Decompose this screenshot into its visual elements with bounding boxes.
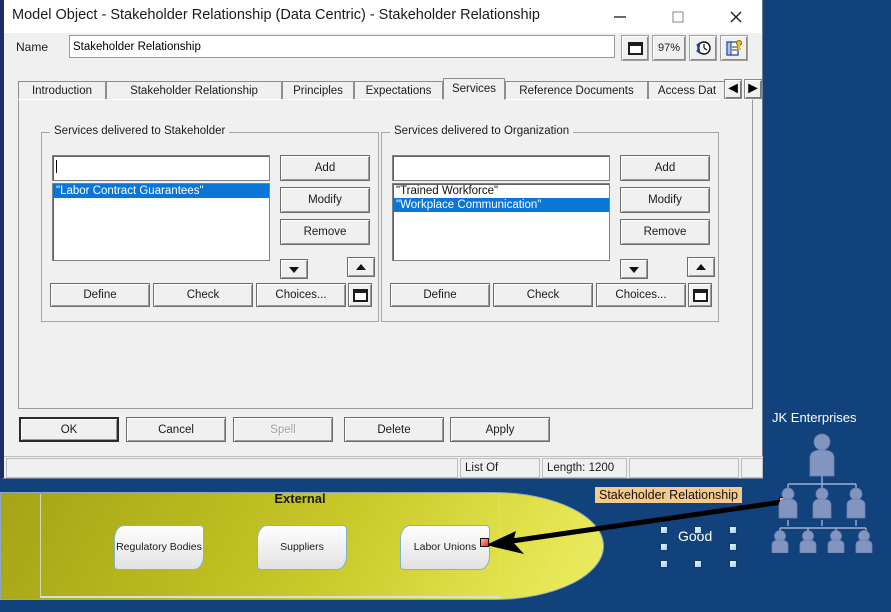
tab-access-data[interactable]: Access Dat xyxy=(648,81,726,100)
history-clock-icon[interactable] xyxy=(689,35,717,61)
tab-strip: Introduction Stakeholder Relationship Pr… xyxy=(18,78,762,100)
left-check-button[interactable]: Check xyxy=(153,283,253,307)
right-service-edit[interactable] xyxy=(392,155,610,181)
left-service-list[interactable]: "Labor Contract Guarantees" xyxy=(52,183,270,261)
list-item[interactable]: "Labor Contract Guarantees" xyxy=(53,184,269,198)
window-glyph xyxy=(692,288,708,302)
minimize-icon[interactable] xyxy=(597,0,643,33)
window-title: Model Object - Stakeholder Relationship … xyxy=(12,7,540,23)
tab-scroll-left-icon[interactable]: ◄ xyxy=(724,79,742,99)
labor-unions-connection-handle[interactable] xyxy=(480,538,489,547)
status-extra xyxy=(629,458,739,478)
model-object-dialog: Model Object - Stakeholder Relationship … xyxy=(0,0,763,479)
title-bar[interactable]: Model Object - Stakeholder Relationship … xyxy=(4,0,762,33)
right-add-button[interactable]: Add xyxy=(620,155,710,181)
right-window-icon[interactable] xyxy=(688,283,712,307)
group-title: Services delivered to Stakeholder xyxy=(50,125,230,137)
list-item[interactable]: "Trained Workforce" xyxy=(393,184,609,198)
status-end xyxy=(741,458,763,478)
tab-reference-documents[interactable]: Reference Documents xyxy=(505,81,648,100)
selection-handle-sw[interactable] xyxy=(660,560,668,568)
tab-panel-services: Services delivered to Stakeholder "Labor… xyxy=(18,99,753,409)
selection-handle-n[interactable] xyxy=(694,526,702,534)
tab-stakeholder-relationship[interactable]: Stakeholder Relationship xyxy=(106,81,282,100)
properties-key-icon[interactable] xyxy=(720,35,748,61)
left-move-down-icon[interactable] xyxy=(280,259,308,279)
left-choices-button[interactable]: Choices... xyxy=(256,283,346,307)
group-title: Services delivered to Organization xyxy=(390,125,574,137)
status-message xyxy=(6,458,458,478)
window-glyph xyxy=(352,288,368,302)
org-chart-title: JK Enterprises xyxy=(772,410,857,425)
relationship-label[interactable]: Stakeholder Relationship xyxy=(595,487,742,503)
left-remove-button[interactable]: Remove xyxy=(280,219,370,245)
name-label: Name xyxy=(16,40,49,54)
selection-handle-w[interactable] xyxy=(660,543,668,551)
selection-handle-ne[interactable] xyxy=(729,526,737,534)
ok-button[interactable]: OK xyxy=(19,417,119,442)
selection-handle-e[interactable] xyxy=(729,543,737,551)
group-services-to-organization: Services delivered to Organization "Trai… xyxy=(381,125,719,322)
zoom-level-button[interactable]: 97% xyxy=(652,35,686,61)
apply-button[interactable]: Apply xyxy=(450,417,550,442)
status-type: List Of xyxy=(460,458,540,478)
tab-expectations[interactable]: Expectations xyxy=(354,81,443,100)
right-remove-button[interactable]: Remove xyxy=(620,219,710,245)
left-window-icon[interactable] xyxy=(348,283,372,307)
name-row: Name 97% xyxy=(4,33,762,63)
left-modify-button[interactable]: Modify xyxy=(280,187,370,213)
text-caret xyxy=(56,160,57,173)
status-bar: List Of Length: 1200 xyxy=(4,456,763,478)
group-services-to-stakeholder: Services delivered to Stakeholder "Labor… xyxy=(41,125,379,322)
tab-principles[interactable]: Principles xyxy=(282,81,354,100)
selection-handle-se[interactable] xyxy=(729,560,737,568)
maximize-icon[interactable] xyxy=(655,0,701,33)
right-move-down-icon[interactable] xyxy=(620,259,648,279)
tab-scroll-right-icon[interactable]: ► xyxy=(744,79,762,99)
left-service-edit[interactable] xyxy=(52,155,270,181)
list-item[interactable]: "Workplace Communication" xyxy=(393,198,609,212)
spell-button: Spell xyxy=(233,417,333,442)
left-add-button[interactable]: Add xyxy=(280,155,370,181)
left-move-up-icon[interactable] xyxy=(347,257,375,277)
status-length: Length: 1200 xyxy=(542,458,627,478)
tab-introduction[interactable]: Introduction xyxy=(18,81,106,100)
right-choices-button[interactable]: Choices... xyxy=(596,283,686,307)
right-service-list[interactable]: "Trained Workforce" "Workplace Communica… xyxy=(392,183,610,261)
tab-services[interactable]: Services xyxy=(443,78,505,100)
left-define-button[interactable]: Define xyxy=(50,283,150,307)
window-glyph xyxy=(627,41,643,55)
selection-handle-nw[interactable] xyxy=(660,526,668,534)
right-modify-button[interactable]: Modify xyxy=(620,187,710,213)
delete-button[interactable]: Delete xyxy=(344,417,444,442)
org-chart-icon[interactable] xyxy=(770,428,875,553)
name-input[interactable] xyxy=(69,35,615,58)
right-move-up-icon[interactable] xyxy=(687,257,715,277)
selection-handle-s[interactable] xyxy=(694,560,702,568)
right-check-button[interactable]: Check xyxy=(493,283,593,307)
window-view-icon[interactable] xyxy=(621,35,649,61)
right-define-button[interactable]: Define xyxy=(390,283,490,307)
cancel-button[interactable]: Cancel xyxy=(126,417,226,442)
close-icon[interactable] xyxy=(713,0,759,33)
